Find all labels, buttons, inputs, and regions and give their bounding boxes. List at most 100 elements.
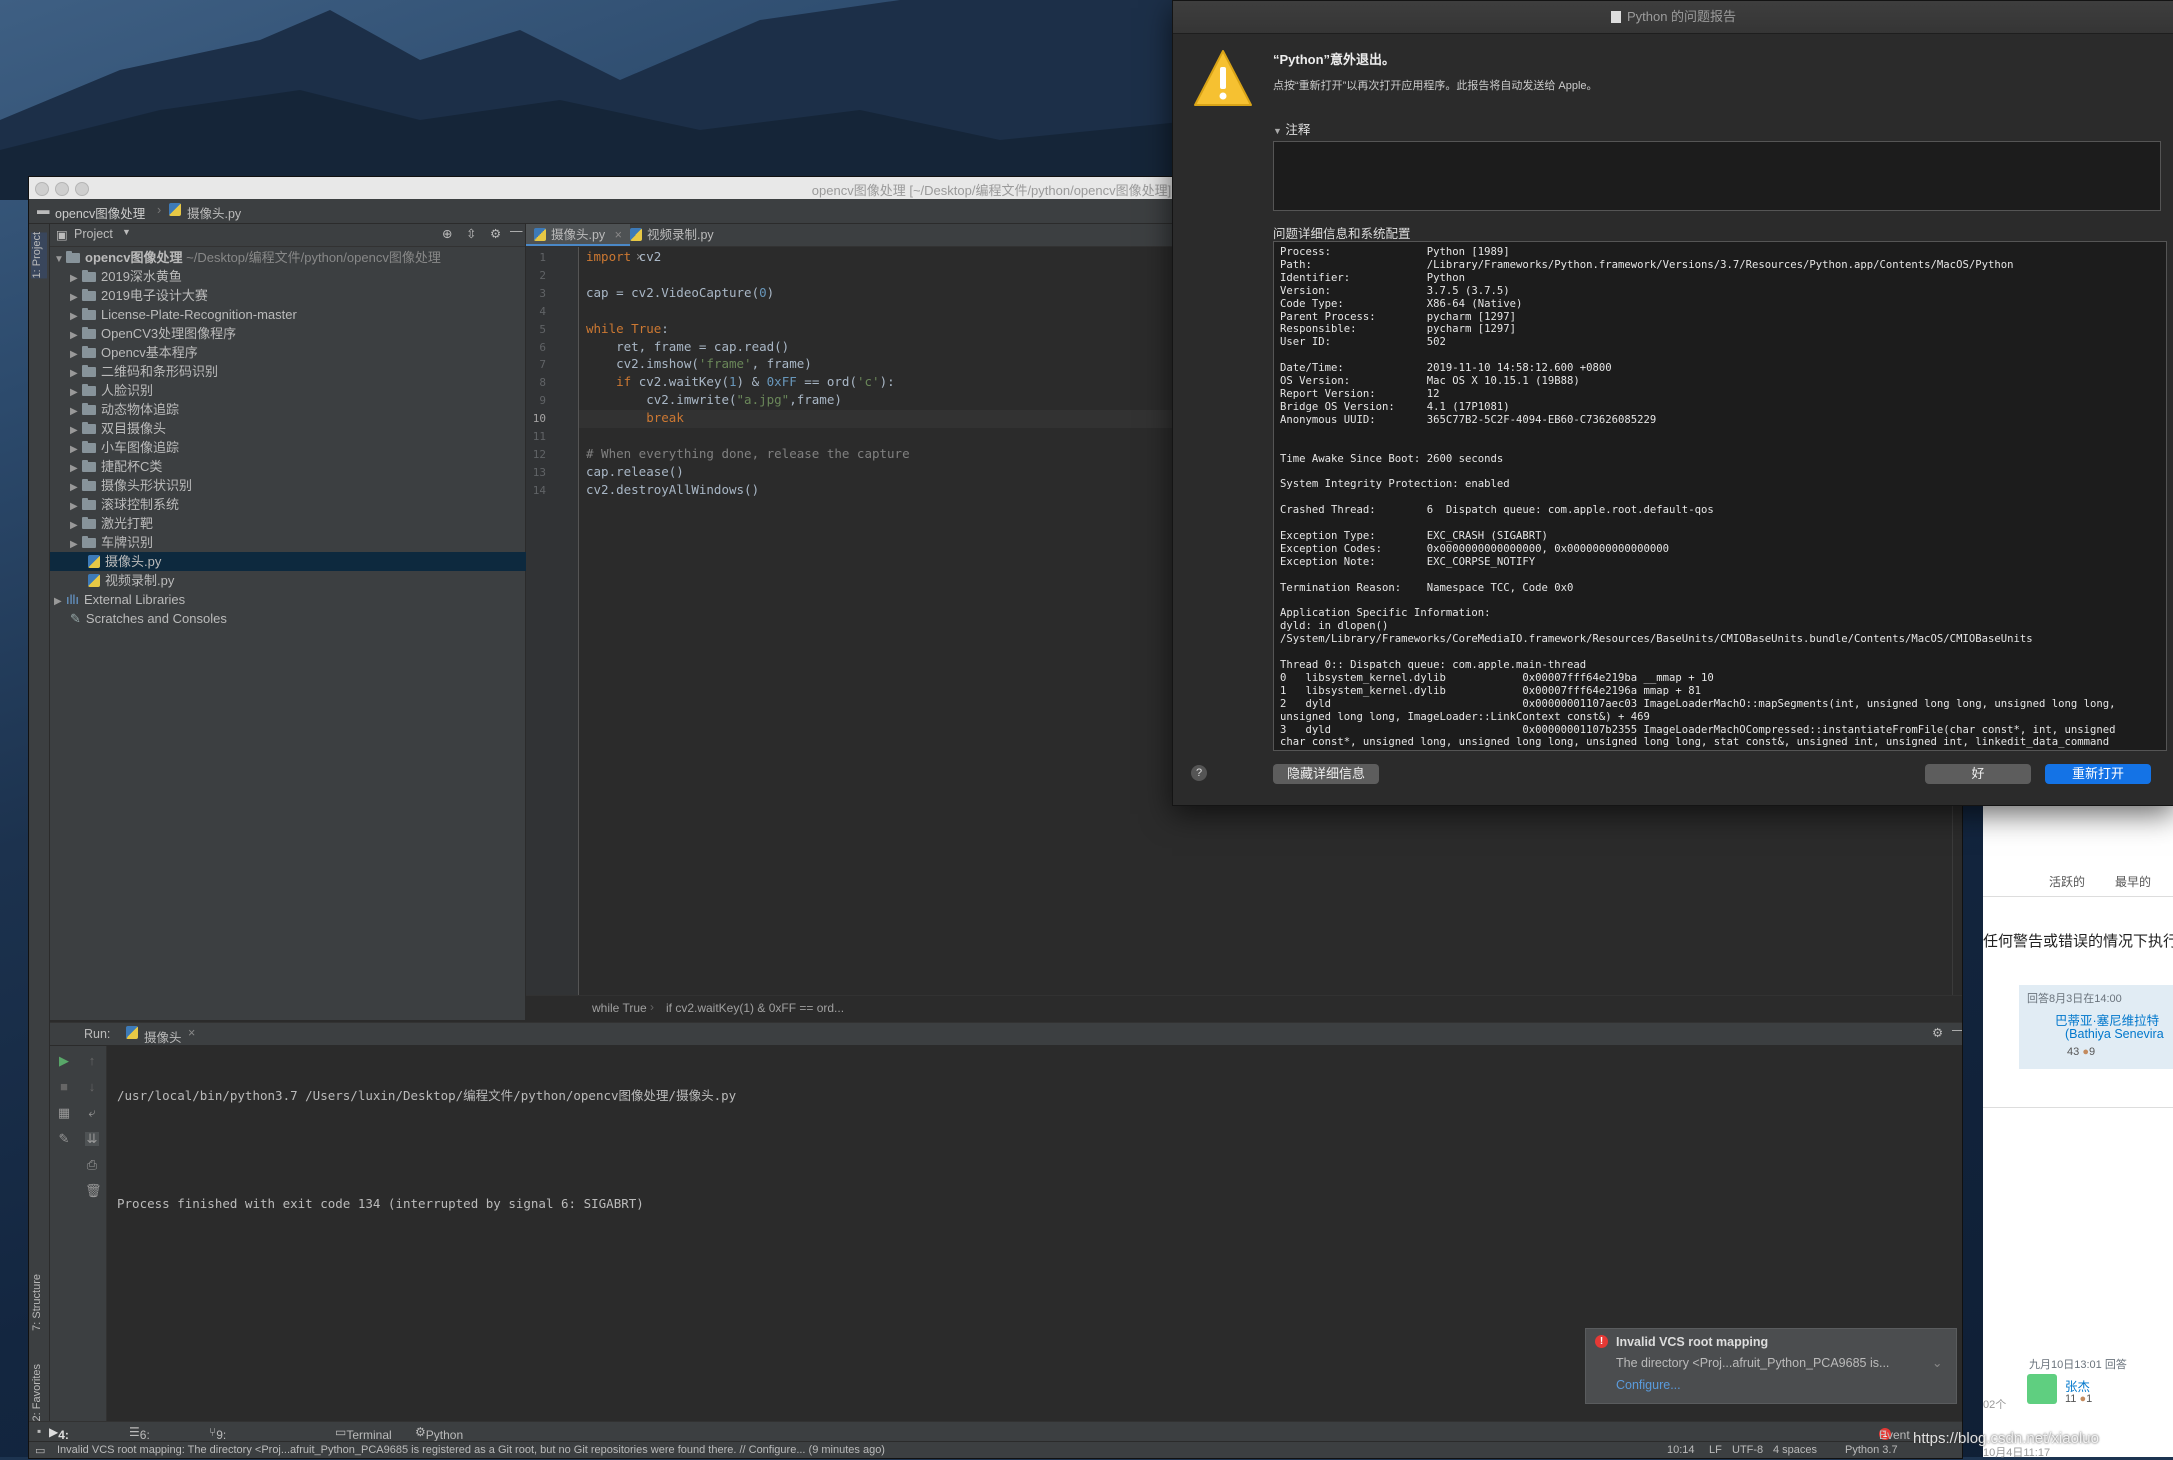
- tree-folder[interactable]: ▶ 捷配杯C类: [50, 457, 545, 476]
- code-line[interactable]: ret, frame = cap.read(): [586, 339, 789, 354]
- project-panel: ▣ Project ▼ ⊕ ⇳ ⚙ — ▼ opencv图像处理 ~/Deskto…: [50, 224, 563, 1020]
- code-line[interactable]: break: [586, 410, 684, 425]
- notification-body: The directory <Proj...afruit_Python_PCA9…: [1616, 1356, 1890, 1370]
- tab-todo[interactable]: ☰ 6: TODO: [129, 1425, 174, 1456]
- comments-field[interactable]: [1273, 141, 2161, 211]
- chevron-down-icon[interactable]: ⌄: [1932, 1355, 1942, 1370]
- tree-folder[interactable]: ▶ 人脸识别: [50, 381, 545, 400]
- run-toolbar-primary: ▶ ■ ▦ ✎: [50, 1046, 78, 1422]
- run-config-tab[interactable]: 摄像头: [144, 1027, 182, 1046]
- console-line: /usr/local/bin/python3.7 /Users/luxin/De…: [117, 1088, 737, 1103]
- dialog-heading: “Python”意外退出。: [1273, 52, 1396, 67]
- gear-icon[interactable]: ⚙: [490, 226, 501, 241]
- rerun-icon[interactable]: ▶: [57, 1054, 71, 1068]
- tree-file[interactable]: 摄像头.py: [50, 552, 563, 571]
- tab-active[interactable]: 活跃的: [2049, 873, 2085, 890]
- status-toggle-icon[interactable]: ▭: [35, 1444, 45, 1457]
- caret-position[interactable]: 10:14: [1667, 1444, 1695, 1456]
- project-view-selector[interactable]: Project: [74, 227, 113, 241]
- code-line[interactable]: cv2.imshow('frame', frame): [586, 356, 812, 371]
- tree-folder[interactable]: ▶ 滚球控制系统: [50, 495, 545, 514]
- gear-icon[interactable]: ⚙: [1932, 1025, 1943, 1040]
- tree-folder[interactable]: ▶ 摄像头形状识别: [50, 476, 545, 495]
- tree-external-libraries[interactable]: ▶ ıllı External Libraries: [50, 590, 529, 609]
- code-line[interactable]: if cv2.waitKey(1) & 0xFF == ord('c'):: [586, 374, 895, 389]
- print-icon[interactable]: ⎙: [85, 1158, 99, 1172]
- help-button[interactable]: ?: [1191, 765, 1207, 781]
- layout-icon[interactable]: ▦: [57, 1106, 71, 1120]
- dialog-title-bar: Python 的问题报告: [1173, 1, 2173, 34]
- tree-folder[interactable]: ▶ 车牌识别: [50, 533, 545, 552]
- breadcrumb-file[interactable]: 摄像头.py: [187, 203, 241, 222]
- tab-video-record-py[interactable]: 视频录制.py ×: [622, 224, 738, 264]
- tab-run[interactable]: ▶ 4: Run: [49, 1425, 82, 1456]
- tree-folder[interactable]: ▶ License-Plate-Recognition-master: [50, 305, 545, 324]
- hide-panel-icon[interactable]: —: [510, 224, 523, 238]
- tab-camera-py[interactable]: 摄像头.py ×: [526, 224, 630, 246]
- project-root[interactable]: ▼ opencv图像处理 ~/Desktop/编程文件/python/opencv…: [50, 248, 529, 267]
- scroll-to-end-icon[interactable]: ⇊: [85, 1132, 99, 1146]
- structure-tool-tab[interactable]: 7: Structure: [31, 1274, 47, 1331]
- code-line[interactable]: cap.release(): [586, 464, 684, 479]
- code-line[interactable]: # When everything done, release the capt…: [586, 446, 910, 461]
- indent-setting[interactable]: 4 spaces: [1773, 1444, 1817, 1456]
- tree-folder[interactable]: ▶ 小车图像追踪: [50, 438, 545, 457]
- file-encoding[interactable]: UTF-8: [1732, 1444, 1763, 1456]
- run-console-output[interactable]: /usr/local/bin/python3.7 /Users/luxin/De…: [117, 1051, 736, 1249]
- console-line: Process finished with exit code 134 (int…: [117, 1196, 644, 1211]
- status-bar: ▭ Invalid VCS root mapping: The director…: [29, 1441, 1962, 1458]
- favorites-tool-tab[interactable]: 2: Favorites: [31, 1364, 47, 1421]
- crash-report-text[interactable]: Process: Python [1989] Path: /Library/Fr…: [1273, 241, 2167, 751]
- close-tab-icon[interactable]: ×: [615, 228, 622, 242]
- chevron-down-icon[interactable]: ▼: [122, 227, 131, 237]
- user-name-en[interactable]: (Bathiya Senevira: [2065, 1027, 2164, 1041]
- arrow-up-icon[interactable]: ↑: [85, 1054, 99, 1068]
- close-tab-icon[interactable]: ×: [188, 1026, 195, 1040]
- arrow-down-icon[interactable]: ↓: [85, 1080, 99, 1094]
- breadcrumb-if[interactable]: if cv2.waitKey(1) & 0xFF == ord...: [666, 1001, 844, 1015]
- configure-link[interactable]: Configure...: [1616, 1378, 1681, 1392]
- breadcrumb-while[interactable]: while True: [592, 1001, 647, 1015]
- tree-folder[interactable]: ▶ OpenCV3处理图像程序: [50, 324, 545, 343]
- code-line[interactable]: cv2.destroyAllWindows(): [586, 482, 759, 497]
- collapse-icon[interactable]: ⇳: [466, 226, 476, 241]
- tree-folder[interactable]: ▶ 2019深水黄鱼: [50, 267, 545, 286]
- project-tool-tab[interactable]: 1: Project: [31, 232, 47, 279]
- breadcrumb-project[interactable]: opencv图像处理: [55, 203, 145, 222]
- code-line[interactable]: import cv2: [586, 249, 661, 264]
- hide-panel-icon[interactable]: —: [1952, 1023, 1962, 1037]
- locate-icon[interactable]: ⊕: [442, 226, 452, 241]
- folder-icon: [82, 498, 96, 510]
- line-separator[interactable]: LF: [1709, 1444, 1722, 1456]
- vcs-notification[interactable]: ! Invalid VCS root mapping The directory…: [1585, 1328, 1957, 1404]
- avatar[interactable]: [2027, 1374, 2057, 1404]
- code-line[interactable]: cv2.imwrite("a.jpg",frame): [586, 392, 842, 407]
- tree-folder[interactable]: ▶ 二维码和条形码识别: [50, 362, 545, 381]
- trash-icon[interactable]: 🗑: [85, 1184, 102, 1198]
- tree-folder[interactable]: ▶ Opencv基本程序: [50, 343, 545, 362]
- tree-folder[interactable]: ▶ 激光打靶: [50, 514, 545, 533]
- tree-folder[interactable]: ▶ 双目摄像头: [50, 419, 545, 438]
- code-line[interactable]: cap = cv2.VideoCapture(0): [586, 285, 774, 300]
- soft-wrap-icon[interactable]: ⤶: [85, 1106, 99, 1120]
- tree-folder[interactable]: ▶ 2019电子设计大赛: [50, 286, 545, 305]
- python-interpreter[interactable]: Python 3.7: [1845, 1444, 1898, 1456]
- tab-terminal[interactable]: ▭ Terminal: [335, 1425, 392, 1442]
- tab-oldest[interactable]: 最早的: [2115, 873, 2151, 890]
- ok-button[interactable]: 好: [1925, 764, 2031, 784]
- pin-icon[interactable]: ✎: [57, 1132, 71, 1146]
- comments-toggle[interactable]: ▼ 注释: [1273, 119, 1310, 138]
- tree-file[interactable]: 视频录制.py: [50, 571, 563, 590]
- hide-details-button[interactable]: 隐藏详细信息: [1273, 764, 1379, 784]
- tree-folder[interactable]: ▶ 动态物体追踪: [50, 400, 545, 419]
- code-line[interactable]: while True:: [586, 321, 669, 336]
- stop-icon[interactable]: ■: [57, 1080, 71, 1094]
- python-file-icon: [88, 574, 100, 587]
- folder-icon: [82, 536, 96, 548]
- status-message[interactable]: Invalid VCS root mapping: The directory …: [57, 1444, 1637, 1456]
- reopen-button[interactable]: 重新打开: [2045, 764, 2151, 784]
- tree-scratches[interactable]: ✎ Scratches and Consoles: [50, 609, 545, 628]
- tab-version-control[interactable]: ⑂ 9: Version Control: [209, 1425, 256, 1458]
- tab-python-console[interactable]: ⚙ Python Console: [415, 1425, 470, 1456]
